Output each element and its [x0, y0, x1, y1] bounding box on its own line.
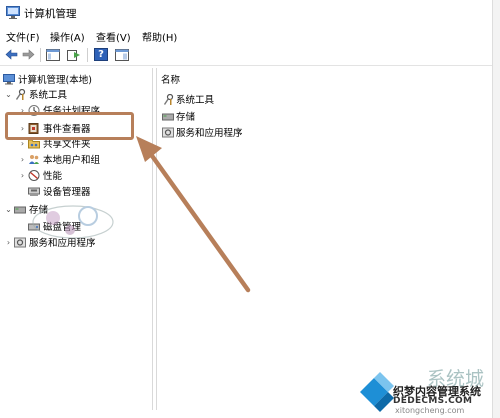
back-button[interactable]	[3, 47, 19, 62]
toolbar-separator	[40, 48, 41, 62]
services-icon	[162, 127, 174, 137]
tools-icon	[16, 88, 26, 100]
menu-action[interactable]: 操作(A)	[50, 29, 85, 44]
help-glyph: ?	[98, 49, 104, 60]
menu-view[interactable]: 查看(V)	[96, 29, 131, 44]
chevron-right-icon[interactable]: ›	[4, 238, 13, 247]
watermark-url: DEDECMS.COM	[393, 396, 473, 406]
show-hide-tree-button[interactable]	[45, 47, 61, 62]
users-icon	[29, 154, 39, 164]
device-manager-icon	[28, 187, 40, 196]
menu-bar: 文件(F) 操作(A) 查看(V) 帮助(H)	[0, 27, 500, 44]
computer-management-window: 计算机管理 文件(F) 操作(A) 查看(V) 帮助(H) ? 计算机管理(本地…	[0, 0, 500, 418]
window-title: 计算机管理	[24, 8, 77, 20]
list-item-label: 系统工具	[176, 95, 215, 106]
help-button[interactable]: ?	[93, 47, 109, 62]
chevron-down-icon[interactable]: ⌄	[4, 90, 13, 99]
tree-item-local-users-groups[interactable]: › 本地用户和组	[18, 152, 101, 166]
list-item[interactable]: 系统工具	[161, 92, 214, 106]
chevron-right-icon[interactable]: ›	[18, 155, 27, 164]
tree-label: 系统工具	[29, 90, 68, 101]
computer-management-icon	[3, 73, 15, 84]
watermark-site-url: xitongcheng.com	[395, 406, 465, 415]
tree-item-performance[interactable]: › 性能	[18, 168, 63, 182]
list-item[interactable]: 服务和应用程序	[161, 125, 243, 139]
title-bar: 计算机管理	[0, 0, 500, 26]
export-list-button[interactable]	[66, 47, 82, 62]
event-viewer-highlight	[5, 112, 134, 140]
tree-item-system-tools[interactable]: ⌄ 系统工具	[4, 87, 68, 101]
storage-icon	[162, 113, 174, 120]
performance-icon	[28, 169, 40, 181]
forward-button[interactable]	[20, 47, 36, 62]
forward-arrow-icon	[22, 49, 34, 60]
toolbar-separator	[87, 48, 88, 62]
list-item-label: 存储	[176, 112, 196, 123]
list-item-label: 服务和应用程序	[176, 128, 243, 139]
watermark-logo	[32, 205, 114, 239]
action-pane-icon	[115, 48, 129, 61]
computer-management-icon	[6, 6, 20, 19]
tree-label: 计算机管理(本地)	[18, 75, 92, 86]
tree-item-computer-management[interactable]: 计算机管理(本地)	[2, 72, 93, 86]
services-icon	[14, 237, 26, 247]
tree-label: 本地用户和组	[43, 155, 101, 166]
menu-help[interactable]: 帮助(H)	[142, 29, 177, 44]
menu-file[interactable]: 文件(F)	[6, 29, 40, 44]
window-frame-edge	[492, 0, 500, 418]
chevron-right-icon[interactable]: ›	[18, 171, 27, 180]
results-pane[interactable]: 名称 系统工具 存储 服务和应用程序	[156, 68, 490, 410]
tools-icon	[164, 93, 174, 105]
export-icon	[67, 49, 80, 61]
chevron-down-icon[interactable]: ⌄	[4, 205, 13, 214]
storage-icon	[14, 206, 26, 213]
tree-label: 性能	[43, 171, 63, 182]
console-tree-icon	[46, 48, 60, 61]
column-header-name[interactable]: 名称	[161, 72, 180, 86]
show-hide-action-pane-button[interactable]	[114, 47, 130, 62]
toolbar: ?	[0, 44, 500, 66]
back-arrow-icon	[5, 49, 17, 60]
list-item[interactable]: 存储	[161, 109, 195, 123]
